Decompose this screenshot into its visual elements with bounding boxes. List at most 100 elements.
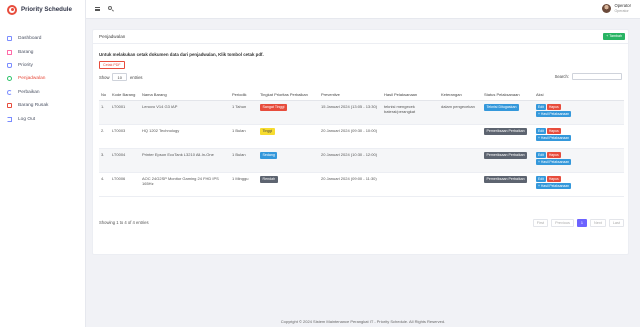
cell-nama: HQ 1202 Technology [140,124,230,149]
table-footer: Showing 1 to 4 of 4 entries First Previo… [99,219,624,227]
delete-button[interactable]: Hapus [546,104,561,110]
page-title: Penjadwalan [99,34,126,39]
col-header-aksi: Aksi [534,91,624,101]
cell-no: 4. [99,172,110,197]
table-row: 1. LT0001 Lenovo V14 G3 IAP 1 Tahun Sang… [99,100,624,125]
user-menu[interactable]: Operator Operator [602,3,631,14]
pagination-first[interactable]: First [532,219,549,227]
entries-select[interactable]: 10 [112,73,127,82]
sidebar-item-label: Perbaikan [18,89,40,95]
sidebar-item-dashboard[interactable]: Dashboard [0,32,85,45]
add-result-button[interactable]: + Hasil Pelaksanaan [536,111,572,118]
cell-preventive: 20 Januari 2024 (10:30 - 12:00) [319,148,382,173]
col-header-kode[interactable]: Kode Barang [110,91,140,101]
box-icon [7,49,12,55]
add-result-button[interactable]: + Hasil Pelaksanaan [536,183,572,190]
status-badge: Pemeriksaan Perbaikan [484,152,528,159]
add-button[interactable]: + Tambah [603,33,625,40]
cell-status: Teknisi Ditugaskan [482,100,534,125]
cell-periodik: 1 Tahun [230,100,258,125]
sidebar-item-label: Log Out [18,116,36,122]
cell-prioritas: Rendah [258,172,319,197]
cell-keterangan [439,172,482,197]
menu-toggle-icon[interactable] [95,7,100,11]
user-meta: Operator Operator [614,3,631,14]
sidebar-item-perbaikan[interactable]: Perbaikan [0,86,85,99]
logout-icon [7,116,12,122]
avatar [602,4,612,14]
copyright: Copyright © 2024 Sistem Maintenance Pera… [280,319,446,324]
status-badge: Pemeriksaan Perbaikan [484,128,528,135]
sidebar-item-label: Barang Rusak [18,103,49,109]
search-input[interactable] [572,73,622,81]
delete-button[interactable]: Hapus [546,176,561,182]
cell-kode: LT0006 [110,172,140,197]
col-header-keterangan[interactable]: Keterangan [439,91,482,101]
pagination-previous[interactable]: Previous [551,219,574,227]
print-pdf-button[interactable]: Cetak PDF [99,61,125,70]
brand[interactable]: Priority Schedule [0,0,85,19]
sidebar-item-barang-rusak[interactable]: Barang Rusak [0,99,85,112]
cell-preventive: 15 Januari 2024 (13:05 - 13:30) [319,100,382,125]
col-header-periodik[interactable]: Periodik [230,91,258,101]
cell-hasil [382,124,439,149]
delete-button[interactable]: Hapus [546,152,561,158]
cell-kode: LT0004 [110,148,140,173]
col-header-preventive[interactable]: Preventive [319,91,382,101]
app-title: Priority Schedule [21,6,72,13]
cell-periodik: 1 Bulan [230,148,258,173]
cell-aksi: Edit Hapus + Hasil Pelaksanaan [534,172,624,197]
priority-badge: Sangat Tinggi [260,104,287,111]
col-header-prioritas[interactable]: Tingkat Prioritas Perbaikan [258,91,319,101]
delete-button[interactable]: Hapus [546,128,561,134]
schedule-table: No Kode Barang Nama Barang Periodik Ting… [99,91,624,197]
cell-prioritas: Sedang [258,148,319,173]
topbar: Operator Operator [86,0,640,19]
pagination-last[interactable]: Last [608,219,624,227]
edit-button[interactable]: Edit [536,104,546,110]
sidebar-item-label: Barang [18,49,34,55]
sidebar-item-penjadwalan[interactable]: Penjadwalan [0,72,85,85]
sidebar-item-label: Priority [18,62,33,68]
search-label: Search: [554,74,569,80]
col-header-no[interactable]: No [99,91,110,101]
col-header-hasil[interactable]: Hasil Pelaksanaan [382,91,439,101]
app-logo-icon [7,4,17,15]
show-label: Show [99,74,110,80]
entries-label: entries [129,74,143,80]
pagination-next[interactable]: Next [590,219,606,227]
cell-status: Pemeriksaan Perbaikan [482,148,534,173]
sidebar-item-priority[interactable]: Priority [0,59,85,72]
broken-item-icon [7,103,12,109]
card-header: Penjadwalan [93,30,628,44]
cell-aksi: Edit Hapus + Hasil Pelaksanaan [534,100,624,125]
cell-prioritas: Tinggi [258,124,319,149]
edit-button[interactable]: Edit [536,152,546,158]
cell-nama: Lenovo V14 G3 IAP [140,100,230,125]
cell-keterangan [439,148,482,173]
print-note: Untuk melakukan cetak dokumen data dari … [99,52,264,57]
search-icon[interactable] [108,6,112,10]
table-row: 3. LT0004 Printer Epson EcoTank L3210 Al… [99,148,624,173]
status-badge: Teknisi Ditugaskan [484,104,519,111]
col-header-status[interactable]: Status Pelaksanaan [482,91,534,101]
cell-preventive: 20 Januari 2024 (09:00 - 11:30) [319,172,382,197]
sidebar-item-label: Penjadwalan [18,76,46,82]
entries-info: Showing 1 to 4 of 4 entries [99,220,149,225]
cell-hasil [382,148,439,173]
cell-keterangan [439,124,482,149]
cell-periodik: 1 Minggu [230,172,258,197]
sidebar-item-logout[interactable]: Log Out [0,112,85,125]
cell-status: Pemeriksaan Perbaikan [482,172,534,197]
sidebar-item-barang[interactable]: Barang [0,45,85,58]
schedule-card: Penjadwalan + Tambah Untuk melakukan cet… [92,29,629,255]
cell-prioritas: Sangat Tinggi [258,100,319,125]
edit-button[interactable]: Edit [536,128,546,134]
add-result-button[interactable]: + Hasil Pelaksanaan [536,159,572,166]
col-header-nama[interactable]: Nama Barang [140,91,230,101]
table-search: Search: [554,73,622,81]
edit-button[interactable]: Edit [536,176,546,182]
sidebar-item-label: Dashboard [18,36,42,42]
pagination-page-1[interactable]: 1 [576,219,587,227]
add-result-button[interactable]: + Hasil Pelaksanaan [536,135,572,142]
